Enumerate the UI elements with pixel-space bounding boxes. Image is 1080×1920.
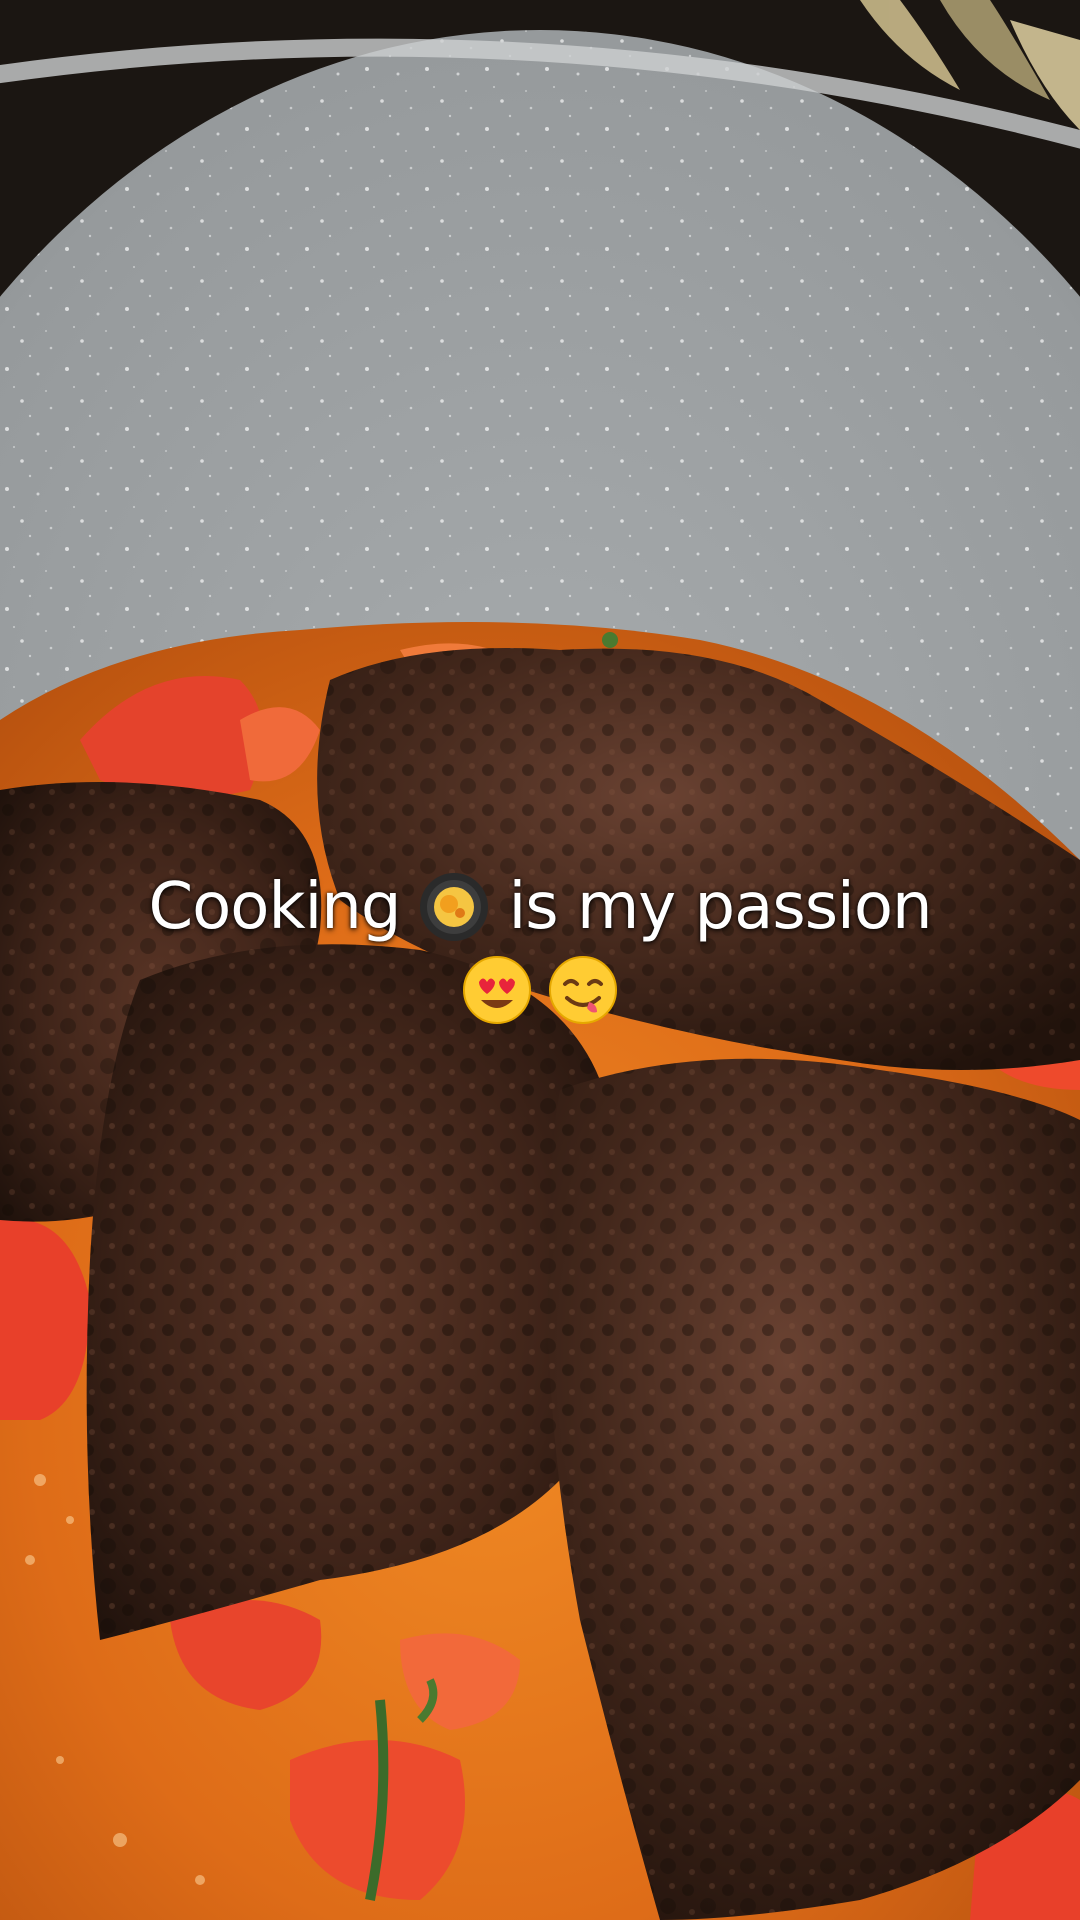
caption-word-cooking: Cooking [148,870,401,944]
cooking-pan-emoji [420,873,489,941]
caption-line-2 [0,954,1080,1026]
yum-face-emoji [549,956,617,1024]
caption-overlay: Cooking is my passion [0,868,1080,1026]
heart-eyes-emoji [463,956,531,1024]
caption-words-passion: is my passion [508,870,932,944]
photo-frame: Cooking is my passion [0,0,1080,1920]
caption-line-1: Cooking is my passion [0,868,1080,946]
